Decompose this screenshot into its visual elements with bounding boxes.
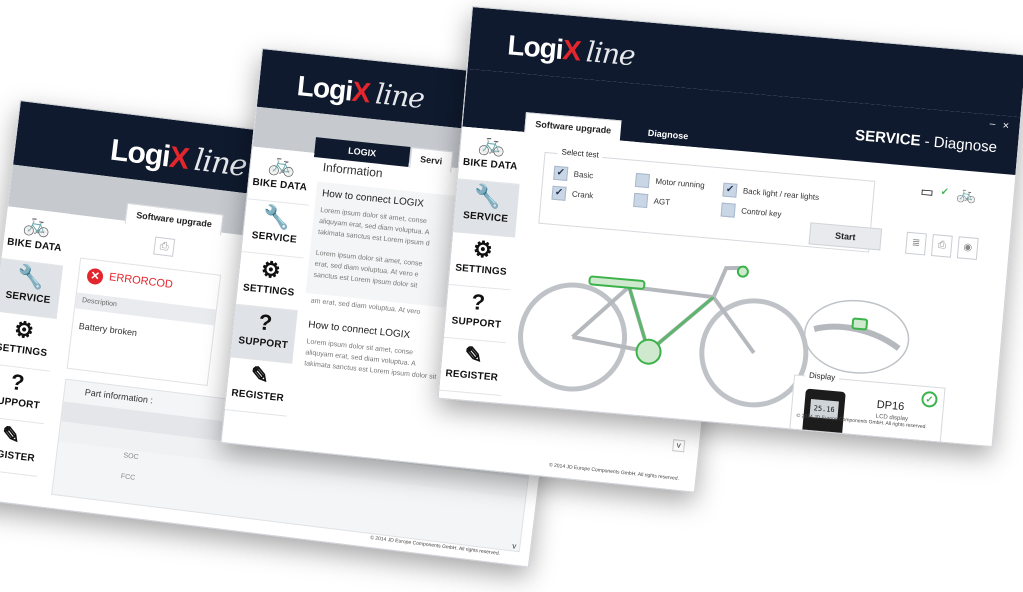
sidebar-item-settings[interactable]: ⚙ SETTINGS: [0, 311, 57, 372]
sidebar-item-register[interactable]: ✎ REGISTER: [0, 416, 44, 477]
check-icon: ✓: [551, 185, 567, 201]
print-icon[interactable]: ⎙: [930, 234, 953, 258]
sidebar-item-service[interactable]: 🔧 SERVICE: [453, 179, 520, 238]
checkbox-agt[interactable]: AGT: [633, 192, 671, 210]
display-model: DP16: [876, 398, 905, 414]
connected-check-icon: ✓: [940, 186, 950, 199]
sidebar-item-register[interactable]: ✎ REGISTER: [224, 357, 293, 417]
connect-section-1: How to connect LOGIX Lorem ipsum dolor s…: [305, 181, 469, 309]
report-icon[interactable]: ≣: [905, 231, 927, 256]
checkbox-control-key[interactable]: Control key: [720, 202, 782, 222]
window-front: LogiX line SERVICE - Diagnose – × Softwar…: [437, 6, 1023, 448]
fcc-label: FCC: [120, 473, 136, 482]
handlebar-zoom: [803, 299, 910, 374]
camera-icon[interactable]: ◉: [956, 236, 979, 260]
logix-logo: LogiXline: [295, 69, 426, 116]
soc-label: SOC: [122, 452, 139, 462]
check-icon: ✓: [722, 182, 738, 198]
display-panel: Display 25.16 DP16 LCD display ✓ Info: [786, 370, 946, 448]
start-button[interactable]: Start: [808, 222, 883, 251]
info-button[interactable]: Info: [858, 435, 924, 448]
checkbox-back-light[interactable]: ✓ Back light / rear lights: [722, 182, 819, 205]
status-check-icon: ✓: [920, 390, 939, 409]
logix-logo: LogiXline: [506, 29, 637, 73]
sidebar-item-support[interactable]: ? SUPPORT: [230, 304, 298, 364]
sidebar-item-support[interactable]: ? SUPPORT: [443, 285, 511, 344]
logix-logo: LogiXline: [108, 133, 249, 184]
sidebar-item-support[interactable]: ? SUPPORT: [0, 364, 51, 425]
error-panel: ✕ ERRORCOD Description Battery broken: [66, 257, 222, 386]
tab-service[interactable]: Servi: [409, 147, 454, 173]
display-label: Display: [804, 370, 840, 383]
sidebar-item-bike-data[interactable]: 🚲 BIKE DATA: [457, 126, 525, 185]
connect-section-2: How to connect LOGIX Lorem ipsum dolor s…: [295, 313, 455, 410]
checkbox-crank[interactable]: ✓ Crank: [551, 185, 594, 204]
error-description: Battery broken: [78, 320, 138, 338]
monitor-icon: ▭: [919, 182, 935, 200]
error-code: ERRORCOD: [108, 271, 174, 291]
sidebar-item-settings[interactable]: ⚙ SETTINGS: [236, 251, 304, 312]
check-icon: ✓: [553, 165, 569, 181]
sidebar-item-service[interactable]: 🔧 SERVICE: [241, 199, 309, 259]
crank-highlight: [635, 338, 662, 365]
battery-highlight: [588, 275, 646, 290]
sidebar-item-bike-data[interactable]: 🚲 BIKE DATA: [247, 146, 315, 206]
sidebar-item-service[interactable]: 🔧 SERVICE: [0, 258, 64, 320]
error-icon: ✕: [86, 267, 104, 286]
part-info-header: Part information :: [84, 387, 154, 406]
rear-wheel: [518, 282, 628, 392]
sidebar-item-register[interactable]: ✎ REGISTER: [439, 337, 506, 397]
scroll-down-icon[interactable]: v: [672, 439, 686, 453]
printer-icon[interactable]: ⎙: [153, 236, 176, 257]
sidebar-item-settings[interactable]: ⚙ SETTINGS: [448, 232, 515, 291]
display-highlight: [736, 265, 749, 278]
checkbox-motor-running[interactable]: Motor running: [634, 172, 705, 193]
sidebar-item-bike-data[interactable]: 🚲 BIKE DATA: [1, 206, 70, 267]
description-header: Description: [75, 292, 216, 326]
footer: © 2014 JD Europe Components GmbH. All ri…: [548, 462, 680, 482]
minimize-button[interactable]: –: [989, 119, 996, 130]
checkbox-basic[interactable]: ✓ Basic: [553, 165, 594, 183]
select-test-label: Select test: [557, 147, 604, 160]
bike-icon: 🚲: [955, 185, 978, 205]
close-button[interactable]: ×: [1002, 120, 1009, 133]
